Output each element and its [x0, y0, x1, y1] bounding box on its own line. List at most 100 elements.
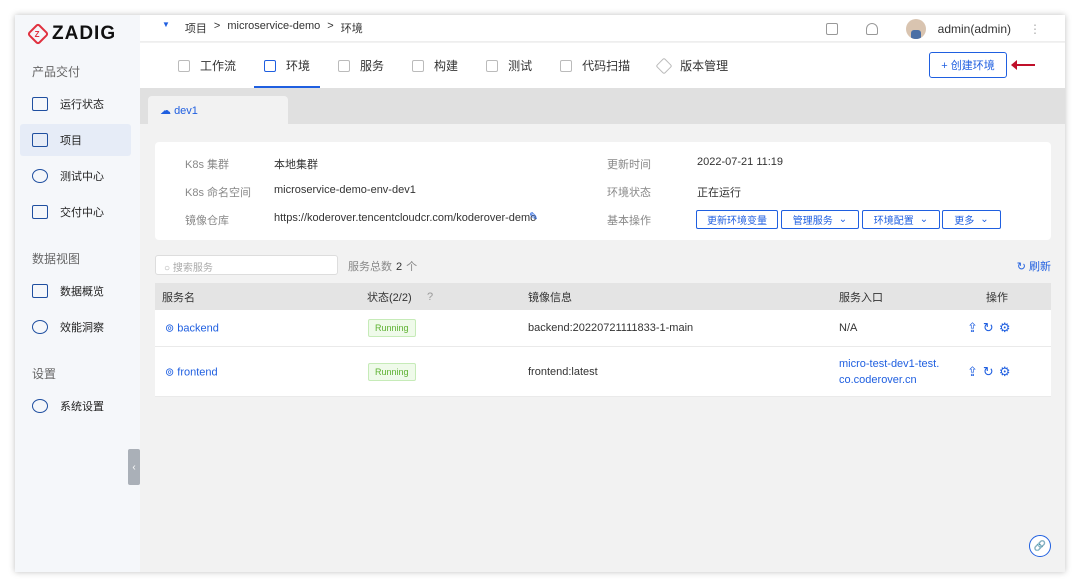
flask-icon	[32, 169, 48, 183]
more-dropdown[interactable]: 更多 ⌄	[942, 210, 1001, 229]
env-info-panel: K8s 集群 本地集群 K8s 命名空间 microservice-demo-e…	[155, 142, 1051, 240]
col-actions: 操作	[986, 291, 1008, 304]
cube-icon	[338, 59, 351, 72]
link-icon[interactable]: 🔗	[1029, 535, 1051, 557]
service-link-backend[interactable]: ⊚ backend	[165, 322, 219, 335]
image-info: frontend:latest	[528, 365, 598, 378]
flask-icon	[486, 59, 499, 72]
app-window: Z ZADIG 产品交付 运行状态 项目 测试中心 交付中心 数据视图 数据概览 …	[15, 15, 1065, 572]
env-tab-dev1[interactable]: ☁ dev1	[148, 96, 288, 124]
chevron-down-icon: ⌄	[919, 214, 929, 225]
updated-value: 2022-07-21 11:19	[697, 156, 784, 168]
upload-icon: ⇪	[967, 363, 983, 379]
search-services-input[interactable]: ○ 搜索服务	[155, 255, 338, 275]
breadcrumb-separator: >	[213, 20, 221, 32]
pie-chart-icon	[32, 320, 48, 334]
gear-icon	[32, 399, 48, 413]
section-title: 产品交付	[32, 65, 81, 79]
breadcrumb-projects[interactable]: 项目	[185, 20, 207, 36]
sidebar-item-test-center[interactable]: 测试中心	[20, 160, 131, 192]
sidebar-item-overview[interactable]: 数据概览	[20, 275, 131, 307]
table-header: 服务名 状态(2/2) ? 镜像信息 服务入口 操作	[155, 283, 1051, 310]
edit-icon[interactable]: ✎	[529, 210, 538, 223]
sidebar-item-status[interactable]: 运行状态	[20, 88, 131, 120]
search-icon: ○	[164, 263, 173, 274]
tab-environment[interactable]: 环境	[254, 43, 321, 88]
upload-icon: ⇪	[967, 320, 983, 335]
service-entry: N/A	[839, 322, 858, 334]
cluster-value: 本地集群	[274, 159, 318, 171]
tab-code-scan[interactable]: 代码扫描	[550, 43, 640, 88]
sidebar: Z ZADIG 产品交付 运行状态 项目 测试中心 交付中心 数据视图 数据概览 …	[15, 15, 140, 572]
sidebar-item-insight[interactable]: 效能洞察	[20, 311, 131, 343]
diamond-icon	[655, 57, 673, 74]
label: 镜像仓库	[185, 215, 229, 227]
refresh-icon: ↻	[1016, 261, 1029, 273]
tab-release[interactable]: 版本管理	[648, 43, 738, 88]
sidebar-item-projects[interactable]: 项目	[20, 124, 131, 156]
service-icon: ⊚	[165, 322, 178, 335]
caret-down-icon[interactable]: ▼	[162, 20, 170, 36]
top-bar: ▼ 项目 > microservice-demo > 环境 admin(admi…	[140, 15, 1065, 42]
sidebar-item-delivery[interactable]: 交付中心	[20, 196, 131, 228]
registry-value: https://koderover.tencentcloudcr.com/kod…	[274, 212, 537, 224]
breadcrumb: ▼ 项目 > microservice-demo > 环境	[162, 20, 363, 36]
env-status-value: 正在运行	[697, 187, 741, 199]
service-entry-link[interactable]: micro-test-dev1-test. co.coderover.cn	[839, 356, 939, 388]
label: 基本操作	[607, 215, 651, 227]
col-image: 镜像信息	[528, 291, 572, 304]
logo-icon: Z	[26, 22, 50, 46]
label: 环境状态	[607, 187, 651, 199]
table-row: ⊚ backend Running backend:20220721111833…	[155, 310, 1051, 347]
bell-icon[interactable]	[865, 22, 878, 35]
section-title: 设置	[32, 367, 57, 381]
create-environment-button[interactable]: + 创建环境	[929, 52, 1007, 78]
breadcrumb-project[interactable]: microservice-demo	[227, 20, 320, 36]
env-config-dropdown[interactable]: 环境配置 ⌄	[862, 210, 940, 229]
status-badge: Running	[368, 319, 416, 337]
chevron-down-icon: ⌄	[838, 214, 848, 225]
dashboard-icon	[32, 284, 48, 298]
namespace-value: microservice-demo-env-dev1	[274, 184, 416, 196]
service-icon: ⊚	[165, 366, 178, 378]
arrow-annotation	[1011, 60, 1035, 70]
manage-services-dropdown[interactable]: 管理服务 ⌄	[781, 210, 859, 229]
table-row: ⊚ frontend Running frontend:latest micro…	[155, 347, 1051, 397]
refresh-button[interactable]: ↻ 刷新	[1017, 258, 1051, 274]
service-link-frontend[interactable]: ⊚ frontend	[165, 365, 218, 378]
breadcrumb-env: 环境	[340, 23, 363, 35]
avatar[interactable]	[905, 18, 926, 39]
settings-icon: ⚙	[998, 363, 1016, 379]
more-vertical-icon[interactable]: ⋮	[1029, 22, 1041, 36]
docs-icon[interactable]	[825, 22, 838, 35]
row-actions[interactable]: ⇪↻⚙	[967, 320, 1015, 336]
env-tabs: ☁ dev1	[140, 88, 1065, 124]
tab-workflow[interactable]: 工作流	[168, 43, 246, 88]
tab-build[interactable]: 构建	[402, 43, 468, 88]
label: K8s 命名空间	[185, 187, 252, 199]
tab-service[interactable]: 服务	[328, 43, 394, 88]
user-name[interactable]: admin(admin)	[938, 22, 1011, 36]
section-title: 数据视图	[32, 252, 81, 266]
tab-test[interactable]: 测试	[476, 43, 542, 88]
update-env-vars-button[interactable]: 更新环境变量	[696, 210, 778, 229]
row-actions[interactable]: ⇪↻⚙	[967, 364, 1015, 380]
package-icon	[32, 205, 48, 219]
chevron-down-icon: ⌄	[980, 214, 989, 225]
cloud-icon: ☁	[160, 105, 175, 117]
help-icon[interactable]: ?	[427, 291, 433, 303]
logo[interactable]: Z ZADIG	[26, 22, 116, 46]
workflow-icon	[178, 59, 190, 72]
col-name: 服务名	[162, 291, 195, 304]
project-icon	[32, 133, 48, 147]
image-info: backend:20220721111833-1-main	[528, 322, 694, 334]
settings-icon: ⚙	[998, 320, 1016, 335]
collapse-sidebar-button[interactable]: ‹	[128, 449, 140, 485]
service-count: 服务总数 2 个	[348, 261, 418, 273]
label: 更新时间	[607, 159, 651, 171]
sidebar-item-settings[interactable]: 系统设置	[20, 390, 131, 422]
hexagon-icon	[412, 59, 425, 72]
label: K8s 集群	[185, 159, 230, 171]
services-table: 服务名 状态(2/2) ? 镜像信息 服务入口 操作 ⊚ backend Run…	[155, 283, 1051, 397]
col-status: 状态(2/2)	[367, 291, 412, 304]
